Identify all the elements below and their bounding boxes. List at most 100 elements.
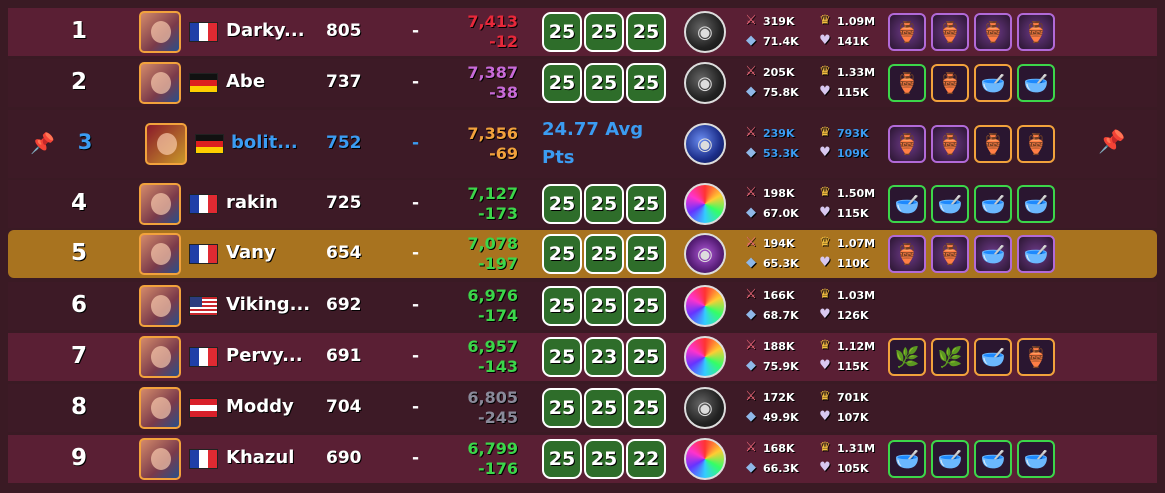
heart-icon: ♥ xyxy=(819,409,831,424)
attack-stat-value: 188K xyxy=(763,339,795,353)
equipment-item-icon[interactable]: 🏺 xyxy=(931,13,969,51)
table-row[interactable]: 9 Khazul 690-6,799 -176 25 25 22 ⚔ 168K ◆ 66.3K ♛ 1.… xyxy=(8,435,1157,483)
table-row[interactable]: 1 Darky... 805-7,413 -12 25 25 25 ◉ ⚔ 319K ◆ 71.4K ♛… xyxy=(8,8,1157,56)
attack-stat: ⚔ 205K xyxy=(742,65,794,79)
equipment-item-icon[interactable]: 🏺 xyxy=(974,125,1012,163)
def-icon: ◆ xyxy=(746,33,756,48)
player-name[interactable]: bolit... xyxy=(231,132,298,153)
table-row[interactable]: 4 rakin 725-7,127 -173 25 25 25 ⚔ 198K ◆ 67.0K ♛ 1.5… xyxy=(8,180,1157,228)
equipment-item-icon[interactable]: 🌿 xyxy=(888,338,926,376)
defense-stat-value: 71.4K xyxy=(763,34,799,48)
class-orb-icon[interactable] xyxy=(684,285,726,327)
stat-badge: 25 xyxy=(542,184,582,224)
equipment-item-icon[interactable]: 🥣 xyxy=(974,64,1012,102)
avatar[interactable] xyxy=(145,123,187,165)
avatar[interactable] xyxy=(139,438,181,480)
atk-icon: ⚔ xyxy=(745,440,757,455)
player-name[interactable]: rakin xyxy=(226,192,278,213)
avatar[interactable] xyxy=(139,285,181,327)
class-orb-icon[interactable]: ◉ xyxy=(684,11,726,53)
country-flag-icon xyxy=(189,398,218,418)
defense-stat-value: 66.3K xyxy=(763,461,799,475)
equipment-item-icon[interactable]: 🥣 xyxy=(931,440,969,478)
table-row[interactable]: 8 Moddy 704-6,805 -245 25 25 25 ◉ ⚔ 172K ◆ 49.9K ♛ 70… xyxy=(8,384,1157,432)
stat-badge: 25 xyxy=(626,286,666,326)
ego-stat-value: 1.50M xyxy=(837,186,876,200)
country-flag-icon xyxy=(189,194,218,214)
equipment-item-icon[interactable]: 🥣 xyxy=(1017,235,1055,273)
table-row[interactable]: 7 Pervy... 691-6,957 -143 25 23 25 ⚔ 188K ◆ 75.9K ♛… xyxy=(8,333,1157,381)
points-cell: 7,127 -173 xyxy=(438,184,518,224)
harmony-stat: ♥ 126K xyxy=(816,308,868,322)
class-orb-icon[interactable]: ◉ xyxy=(684,233,726,275)
crown-icon: ♛ xyxy=(819,338,831,353)
equipment-item-icon[interactable]: 🏺 xyxy=(1017,125,1055,163)
table-row[interactable]: 6 Viking... 692-6,976 -174 25 25 25 ⚔ 166K ◆ 68.7K… xyxy=(8,282,1157,330)
class-orb-icon[interactable]: ◉ xyxy=(684,387,726,429)
class-orb-icon[interactable]: ◉ xyxy=(684,123,726,165)
player-name[interactable]: Moddy xyxy=(226,396,294,417)
equipment-item-icon[interactable]: 🏺 xyxy=(1017,338,1055,376)
avatar[interactable] xyxy=(139,11,181,53)
avatar[interactable] xyxy=(139,183,181,225)
equipment-item-icon[interactable]: 🏺 xyxy=(931,125,969,163)
player-name[interactable]: Abe xyxy=(226,71,265,92)
equipment-item-icon[interactable]: 🥣 xyxy=(888,440,926,478)
equipment-item-icon[interactable]: 🥣 xyxy=(974,235,1012,273)
equipment-item-icon[interactable]: 🏺 xyxy=(888,64,926,102)
avatar[interactable] xyxy=(139,387,181,429)
equipment-item-icon[interactable]: 🥣 xyxy=(974,440,1012,478)
points-value: 6,799 xyxy=(467,439,518,458)
stat-badge: 25 xyxy=(584,439,624,479)
def-icon: ◆ xyxy=(746,460,756,475)
equipment-item-icon[interactable]: 🥣 xyxy=(1017,185,1055,223)
defense-stat: ◆ 67.0K xyxy=(742,206,799,220)
equipment-item-icon[interactable]: 🥣 xyxy=(1017,440,1055,478)
player-name[interactable]: Pervy... xyxy=(226,345,303,366)
harmony-stat: ♥ 105K xyxy=(816,461,868,475)
pin-icon[interactable]: 📌 xyxy=(30,131,55,155)
equipment-item-icon[interactable]: 🥣 xyxy=(974,338,1012,376)
equipment-item-icon[interactable]: 🏺 xyxy=(888,13,926,51)
equipment-item-icon[interactable]: 🥣 xyxy=(888,185,926,223)
stat-badge: 25 xyxy=(626,184,666,224)
attack-stat-value: 239K xyxy=(763,126,795,140)
equipment-item-icon[interactable]: 🏺 xyxy=(1017,13,1055,51)
points-value: 7,078 xyxy=(467,234,518,253)
avatar[interactable] xyxy=(139,336,181,378)
equipment-slots: 🏺 🏺 🥣 🥣 xyxy=(888,64,1055,102)
equipment-item-icon[interactable]: 🥣 xyxy=(931,185,969,223)
heart-icon: ♥ xyxy=(819,84,831,99)
equipment-item-icon[interactable]: 🥣 xyxy=(1017,64,1055,102)
equipment-item-icon[interactable]: 🥣 xyxy=(974,185,1012,223)
class-orb-icon[interactable] xyxy=(684,438,726,480)
ego-stat: ♛ 1.50M xyxy=(816,186,875,200)
class-orb-icon[interactable]: ◉ xyxy=(684,62,726,104)
equipment-item-icon[interactable]: 🏺 xyxy=(974,13,1012,51)
class-orb-icon[interactable] xyxy=(684,183,726,225)
class-orb-icon[interactable] xyxy=(684,336,726,378)
player-name[interactable]: Khazul xyxy=(226,447,294,468)
equipment-item-icon[interactable]: 🌿 xyxy=(931,338,969,376)
player-name[interactable]: Darky... xyxy=(226,20,305,41)
thumbtack-icon[interactable]: 📌 xyxy=(1098,130,1125,155)
attack-stat: ⚔ 168K xyxy=(742,440,794,455)
equipment-item-icon[interactable]: 🏺 xyxy=(888,235,926,273)
equipment-item-icon[interactable]: 🏺 xyxy=(888,125,926,163)
player-level: 690 xyxy=(326,448,362,468)
stat-badge: 22 xyxy=(626,439,666,479)
harmony-stat-value: 115K xyxy=(837,85,869,99)
player-name[interactable]: Viking... xyxy=(226,294,310,315)
table-row[interactable]: 2 Abe 737-7,387 -38 25 25 25 ◉ ⚔ 205K ◆ 75.8K ♛ 1.33M… xyxy=(8,59,1157,107)
player-name[interactable]: Vany xyxy=(226,242,276,263)
challenge-dash: - xyxy=(412,21,420,41)
table-row[interactable]: 5 Vany 654-7,078 -197 25 25 25 ◉ ⚔ 194K ◆ 65.3K ♛ 1.0… xyxy=(8,230,1157,278)
avatar[interactable] xyxy=(139,233,181,275)
table-row[interactable]: 📌 📌 3 bolit... 752-7,356 -69 24.77 Avg Pts ◉ ⚔ 239… xyxy=(8,110,1157,178)
avatar[interactable] xyxy=(139,62,181,104)
crown-icon: ♛ xyxy=(819,13,831,28)
harmony-stat-value: 115K xyxy=(837,359,869,373)
stat-badge: 23 xyxy=(584,337,624,377)
equipment-item-icon[interactable]: 🏺 xyxy=(931,64,969,102)
equipment-item-icon[interactable]: 🏺 xyxy=(931,235,969,273)
